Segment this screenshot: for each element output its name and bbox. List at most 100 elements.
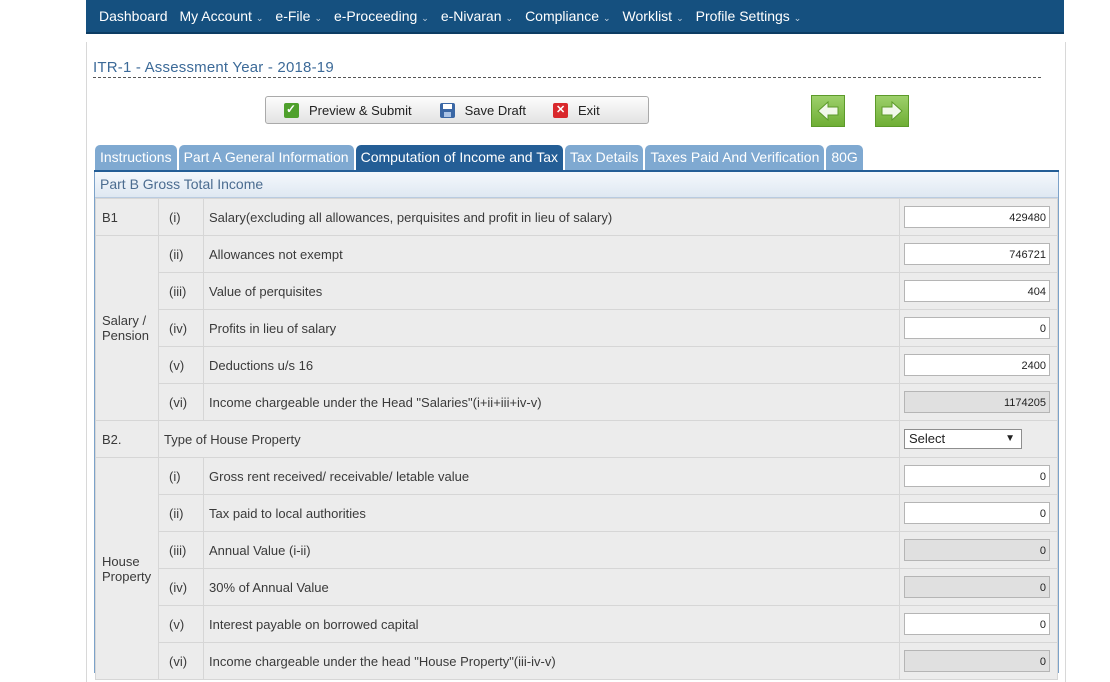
row-desc: Allowances not exempt [203,235,900,273]
row-desc: 30% of Annual Value [203,568,900,606]
row-desc: Profits in lieu of salary [203,309,900,347]
annual-value-field: 0 [904,539,1050,561]
row-sub: (i) [158,457,204,495]
preview-submit-button[interactable]: Preview & Submit [284,102,412,118]
check-icon [284,102,299,118]
chevron-down-icon: ⌄ [676,13,684,23]
table-row: B2. Type of House Property Select ▼ [95,420,1058,458]
nav-label: e-File [275,8,311,24]
row-desc: Type of House Property [158,420,900,458]
exit-label: Exit [578,102,600,118]
nav-label: Compliance [525,8,599,24]
income-table: B1 (i) Salary(excluding all allowances, … [95,198,1058,680]
save-draft-button[interactable]: Save Draft [439,102,527,118]
form-tabs: Instructions Part A General Information … [95,145,865,170]
row-sub: (vi) [158,642,204,680]
tab-computation-of-income-and-tax[interactable]: Computation of Income and Tax [355,145,563,170]
select-value: Select [909,431,946,446]
table-row: (iv) 30% of Annual Value 0 [96,568,1058,606]
chevron-down-icon: ⌄ [505,13,514,23]
row-sub: (iii) [158,531,204,569]
tab-instructions[interactable]: Instructions [95,145,177,170]
nav-dashboard[interactable]: Dashboard [86,8,174,24]
group-label: Salary / Pension [95,235,159,421]
nav-label: e-Proceeding [333,8,418,24]
gross-rent-input[interactable]: 0 [904,465,1050,487]
nav-profile-settings[interactable]: Profile Settings ⌄ [690,8,808,24]
table-row: (v) Deductions u/s 16 2400 [96,346,1058,384]
preview-submit-label: Preview & Submit [309,102,412,118]
tab-80g[interactable]: 80G [826,145,863,170]
chevron-down-icon: ⌄ [314,13,322,23]
allowances-input[interactable]: 746721 [904,243,1050,265]
interest-payable-input[interactable]: 0 [904,613,1050,635]
nav-label: Profile Settings [695,8,790,24]
row-sub: (v) [158,346,204,384]
top-navigation: Dashboard My Account ⌄ e-File ⌄ e-Proceedi… [86,0,1064,34]
chevron-down-icon: ⌄ [421,13,429,23]
chevron-down-icon: ⌄ [603,13,611,23]
chevron-down-icon: ⌄ [255,13,264,23]
tab-tax-details[interactable]: Tax Details [565,145,644,170]
nav-worklist[interactable]: Worklist ⌄ [617,8,690,24]
form-toolbar: Preview & Submit Save Draft Exit [265,96,649,124]
table-row: House Property (i) Gross rent received/ … [95,457,1058,680]
group-label: House Property [95,457,159,680]
table-row: (iii) Annual Value (i-ii) 0 [96,531,1058,569]
arrow-left-icon [817,101,839,121]
table-row: (vi) Income chargeable under the Head "S… [96,383,1058,421]
row-sub: (i) [158,198,204,236]
row-desc: Annual Value (i-ii) [203,531,900,569]
row-code: B1 [95,198,159,236]
table-row: (iii) Value of perquisites 404 [96,272,1058,310]
row-sub: (iv) [158,309,204,347]
row-desc: Value of perquisites [203,272,900,310]
row-sub: (v) [158,605,204,643]
nav-my-account[interactable]: My Account ⌄ [174,8,270,24]
row-desc: Tax paid to local authorities [203,494,900,532]
local-tax-input[interactable]: 0 [904,502,1050,524]
row-sub: (iv) [158,568,204,606]
perquisites-input[interactable]: 404 [904,280,1050,302]
table-row: (v) Interest payable on borrowed capital… [96,605,1058,643]
save-draft-label: Save Draft [464,102,527,118]
page-title: ITR-1 - Assessment Year - 2018-19 [93,59,1041,78]
nav-label: e-Nivaran [440,8,502,24]
tab-taxes-paid-and-verification[interactable]: Taxes Paid And Verification [645,145,825,170]
house-property-type-select[interactable]: Select ▼ [904,429,1022,449]
section-title: Part B Gross Total Income [95,172,1058,198]
table-row: (vi) Income chargeable under the head "H… [96,642,1058,680]
chevron-down-icon: ⌄ [793,13,802,23]
row-sub: (vi) [158,383,204,421]
nav-e-file[interactable]: e-File ⌄ [269,8,328,24]
table-row: (iv) Profits in lieu of salary 0 [96,309,1058,347]
table-row: (ii) Tax paid to local authorities 0 [96,494,1058,532]
row-desc: Income chargeable under the head "House … [203,642,900,680]
row-desc: Deductions u/s 16 [203,346,900,384]
salary-input[interactable]: 429480 [904,206,1050,228]
row-desc: Gross rent received/ receivable/ letable… [203,457,900,495]
deductions-16-input[interactable]: 2400 [904,354,1050,376]
close-icon [553,102,569,118]
row-desc: Salary(excluding all allowances, perquis… [203,198,900,236]
nav-e-nivaran[interactable]: e-Nivaran ⌄ [435,8,519,24]
table-row: Salary / Pension (ii) Allowances not exe… [95,235,1058,421]
save-icon [439,102,455,118]
nav-e-proceeding[interactable]: e-Proceeding ⌄ [328,8,435,24]
nav-label: Dashboard [99,8,168,24]
row-sub: (ii) [158,235,204,273]
nav-label: Worklist [622,8,673,24]
thirty-percent-field: 0 [904,576,1050,598]
table-row: B1 (i) Salary(excluding all allowances, … [95,198,1058,236]
tab-part-a-general-information[interactable]: Part A General Information [178,145,354,170]
gross-total-income-panel: Part B Gross Total Income B1 (i) Salary(… [94,172,1059,680]
row-sub: (iii) [158,272,204,310]
salary-income-total-field: 1174205 [904,391,1050,413]
next-page-button[interactable] [875,95,909,127]
profits-in-lieu-input[interactable]: 0 [904,317,1050,339]
nav-compliance[interactable]: Compliance ⌄ [519,8,616,24]
previous-page-button[interactable] [811,95,845,127]
row-desc: Interest payable on borrowed capital [203,605,900,643]
arrow-right-icon [881,101,903,121]
exit-button[interactable]: Exit [553,102,600,118]
